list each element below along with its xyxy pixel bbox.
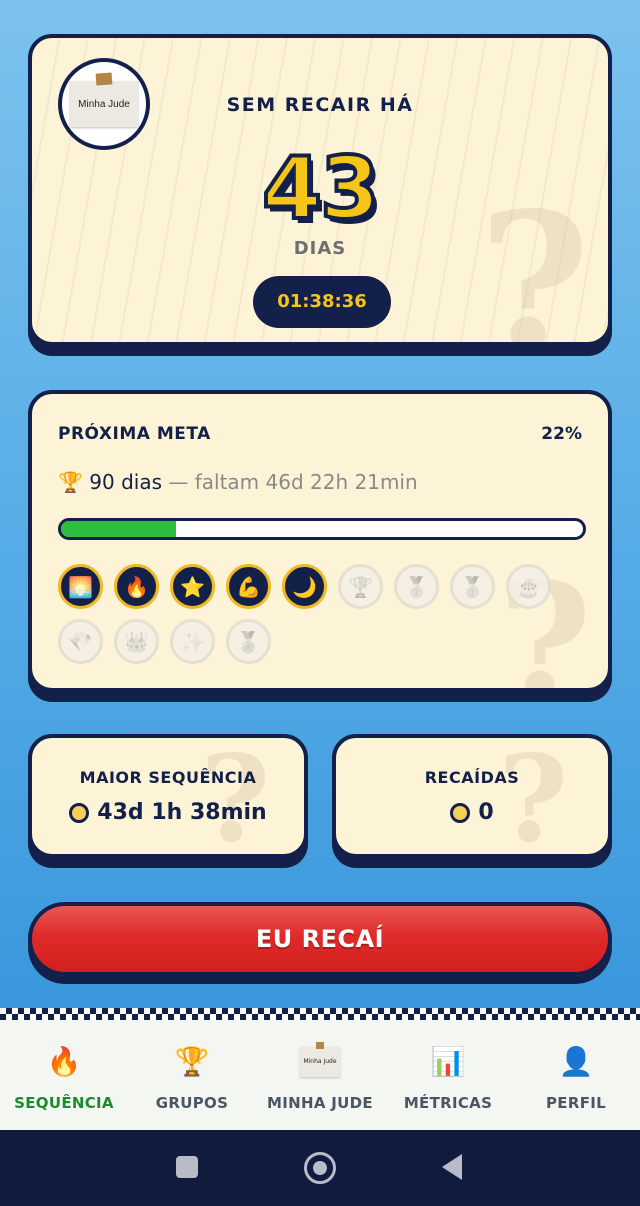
relapse-button[interactable]: EU RECAÍ <box>28 902 612 976</box>
next-goal-label: PRÓXIMA META <box>58 424 211 444</box>
badge-glyph: 🏅 <box>236 629 261 654</box>
note-icon: Minha Jude <box>300 1042 340 1082</box>
streak-title: SEM RECAIR HÁ <box>226 94 414 116</box>
bottom-nav: 🔥 SEQUÊNCIA 🏆 GRUPOS Minha Jude MINHA JU… <box>0 1020 640 1130</box>
badge-glyph: 🥈 <box>404 574 429 599</box>
longest-streak-label: MAIOR SEQUÊNCIA <box>79 768 257 787</box>
goal-description: 🏆 90 dias — faltam 46d 22h 21min <box>58 470 418 494</box>
medal-badge-icon[interactable]: 🏅 <box>226 619 271 664</box>
silver-medal-badge-icon[interactable]: 🥈 <box>394 564 439 609</box>
goal-target: 90 dias <box>89 470 162 494</box>
nav-label: PERFIL <box>546 1094 606 1112</box>
cake-badge-icon[interactable]: 🎂 <box>506 564 551 609</box>
longest-streak-card: ? MAIOR SEQUÊNCIA 43d 1h 38min <box>28 734 308 858</box>
chart-icon: 📊 <box>430 1045 466 1078</box>
relapses-label: RECAÍDAS <box>424 768 520 787</box>
question-mark-watermark: ? <box>200 734 271 858</box>
mini-note-text: Minha Jude <box>303 1058 337 1065</box>
checkered-divider <box>0 1008 640 1020</box>
person-icon: 👤 <box>558 1045 594 1078</box>
longest-streak-value: 43d 1h 38min <box>97 800 267 825</box>
back-icon[interactable] <box>442 1154 462 1180</box>
nav-label: GRUPOS <box>155 1094 229 1112</box>
nav-item-minha-jude[interactable]: Minha Jude MINHA JUDE <box>256 1020 384 1130</box>
badge-glyph: 💪 <box>236 574 261 599</box>
recents-icon[interactable] <box>176 1156 198 1178</box>
star-badge-icon[interactable]: ⭐ <box>170 564 215 609</box>
mini-note-image: Minha Jude <box>300 1042 340 1077</box>
trophy-badge-icon[interactable]: 🏆 <box>338 564 383 609</box>
coin-icon <box>69 802 90 823</box>
crown-badge-icon[interactable]: 👑 <box>114 619 159 664</box>
moon-badge-icon[interactable]: 🌙 <box>282 564 327 609</box>
gold-medal-badge-icon[interactable]: 🥇 <box>450 564 495 609</box>
badge-list: 🌅 🔥 ⭐ 💪 🌙 🏆 🥈 🥇 🎂 💎 👑 ✨ 🏅 <box>58 564 588 664</box>
fire-icon: 🔥 <box>46 1045 82 1078</box>
badge-glyph: 💎 <box>68 629 93 654</box>
badge-glyph: 🥇 <box>460 574 485 599</box>
diamond-badge-icon[interactable]: 💎 <box>58 619 103 664</box>
sparkles-badge-icon[interactable]: ✨ <box>170 619 215 664</box>
nav-item-perfil[interactable]: 👤 PERFIL <box>512 1020 640 1130</box>
badge-glyph: 🎂 <box>516 574 541 599</box>
relapses-card: ? RECAÍDAS 0 <box>332 734 612 858</box>
badge-glyph: 🔥 <box>124 574 149 599</box>
nav-item-metricas[interactable]: 📊 MÉTRICAS <box>384 1020 512 1130</box>
streak-card: ? Minha Jude SEM RECAIR HÁ 43 DIAS 01:38… <box>28 34 612 346</box>
badge-glyph: ✨ <box>180 629 205 654</box>
badge-glyph: ⭐ <box>180 574 205 599</box>
streak-unit: DIAS <box>293 238 347 259</box>
goal-remaining: — faltam 46d 22h 21min <box>168 470 418 494</box>
badge-glyph: 🌙 <box>292 574 317 599</box>
badge-glyph: 🌅 <box>68 574 93 599</box>
trophy-icon: 🏆 <box>174 1045 210 1078</box>
trophy-icon: 🏆 <box>58 470 83 494</box>
longest-streak-value-row: 43d 1h 38min <box>32 800 304 825</box>
home-icon[interactable] <box>304 1152 336 1184</box>
coin-icon <box>450 802 471 823</box>
goal-progress-bar <box>58 518 586 540</box>
goal-percent: 22% <box>541 424 582 444</box>
nav-label: MINHA JUDE <box>267 1094 373 1112</box>
relapses-value: 0 <box>478 800 494 825</box>
goal-progress-fill <box>61 521 176 537</box>
system-nav-bar <box>0 1130 640 1206</box>
sunrise-badge-icon[interactable]: 🌅 <box>58 564 103 609</box>
next-goal-card: ? PRÓXIMA META 22% 🏆 90 dias — faltam 46… <box>28 390 612 692</box>
nav-item-sequencia[interactable]: 🔥 SEQUÊNCIA <box>0 1020 128 1130</box>
fire-badge-icon[interactable]: 🔥 <box>114 564 159 609</box>
muscle-badge-icon[interactable]: 💪 <box>226 564 271 609</box>
question-mark-watermark: ? <box>498 734 569 858</box>
badge-glyph: 👑 <box>124 629 149 654</box>
streak-day-count: 43 <box>260 139 382 239</box>
streak-timer: 01:38:36 <box>253 276 391 328</box>
nav-item-grupos[interactable]: 🏆 GRUPOS <box>128 1020 256 1130</box>
relapses-value-row: 0 <box>336 800 608 825</box>
badge-glyph: 🏆 <box>348 574 373 599</box>
nav-label: MÉTRICAS <box>403 1094 493 1112</box>
nav-label: SEQUÊNCIA <box>14 1094 114 1112</box>
